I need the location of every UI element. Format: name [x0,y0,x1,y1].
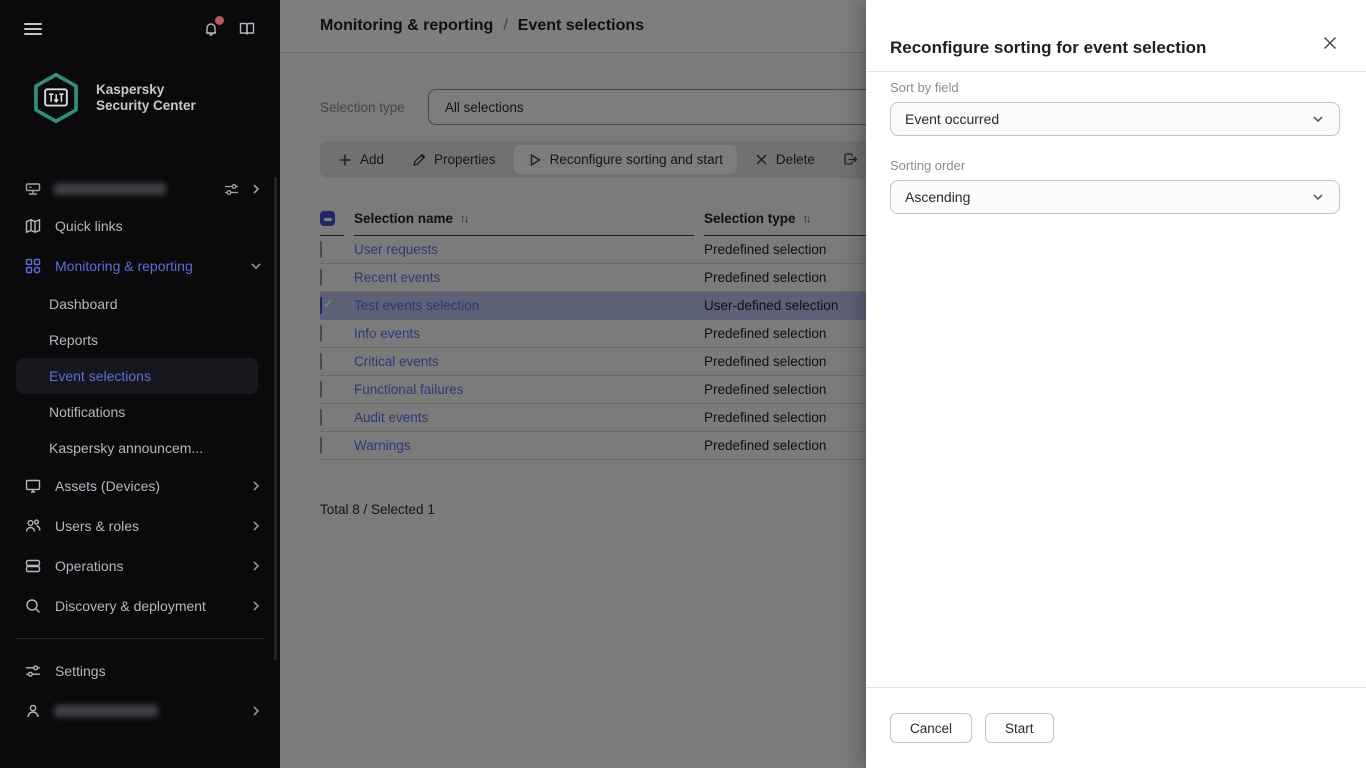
server-name-redacted [54,183,166,195]
start-button[interactable]: Start [985,713,1054,743]
chevron-down-icon [1311,190,1325,204]
dashboard-grid-icon [24,257,42,275]
monitoring-submenu: Dashboard Reports Event selections Notif… [0,286,280,466]
monitor-icon [24,477,42,495]
drawer-footer: Cancel Start [866,687,1366,768]
sidebar-item-operations[interactable]: Operations [0,546,280,586]
sidebar-divider [16,638,264,639]
chevron-down-icon [1311,112,1325,126]
drawer-divider [866,71,1366,72]
sidebar-item-label: Operations [55,558,123,574]
chevron-down-icon [250,260,262,272]
sidebar-item-label: Settings [55,663,106,679]
chevron-right-icon [250,560,262,572]
notifications-bell-icon[interactable] [202,20,220,38]
sidebar-subitem-dashboard[interactable]: Dashboard [16,286,258,322]
username-redacted [54,705,158,717]
sidebar-item-label: Quick links [55,218,123,234]
users-icon [24,517,42,535]
sidebar-item-quick-links[interactable]: Quick links [0,206,280,246]
chevron-right-icon [250,600,262,612]
notification-badge [215,16,224,25]
reconfigure-sorting-drawer: Reconfigure sorting for event selection … [866,0,1366,768]
chevron-right-icon[interactable] [250,183,262,195]
sidebar-item-label: Users & roles [55,518,139,534]
sidebar-subitem-notifications[interactable]: Notifications [16,394,258,430]
kaspersky-hexagon-icon [30,72,82,124]
sorting-order-value: Ascending [905,189,970,205]
sidebar-subitem-reports[interactable]: Reports [16,322,258,358]
server-selector[interactable] [0,172,280,206]
help-book-icon[interactable] [238,20,256,38]
app-title: Kaspersky Security Center [96,82,196,114]
hamburger-menu-icon[interactable] [24,20,42,38]
map-icon [24,217,42,235]
sidebar-item-users-roles[interactable]: Users & roles [0,506,280,546]
server-settings-sliders-icon[interactable] [223,181,240,198]
sidebar: Kaspersky Security Center [0,0,280,768]
sidebar-scrollbar[interactable] [274,177,277,660]
cancel-button[interactable]: Cancel [890,713,972,743]
sort-by-field-select[interactable]: Event occurred [890,102,1340,136]
sidebar-item-label: Discovery & deployment [55,598,206,614]
sorting-order-select[interactable]: Ascending [890,180,1340,214]
chevron-right-icon [250,520,262,532]
server-icon [24,180,42,198]
search-icon [24,597,42,615]
sidebar-item-label: Monitoring & reporting [55,258,193,274]
drawer-title: Reconfigure sorting for event selection [890,38,1340,58]
app-logo: Kaspersky Security Center [0,38,280,124]
sidebar-item-assets[interactable]: Assets (Devices) [0,466,280,506]
sidebar-subitem-kaspersky-announcements[interactable]: Kaspersky announcem... [16,430,258,466]
close-icon[interactable] [1320,33,1340,53]
sidebar-item-user-account[interactable] [0,691,280,731]
modal-dim-overlay[interactable] [280,0,866,768]
sorting-order-label: Sorting order [890,158,1340,173]
sort-by-field-label: Sort by field [890,80,1340,95]
stack-icon [24,557,42,575]
sidebar-item-monitoring-reporting[interactable]: Monitoring & reporting [0,246,280,286]
sidebar-nav: Quick links Monitoring & reporting Dashb… [0,206,280,731]
settings-sliders-icon [24,662,42,680]
sidebar-item-settings[interactable]: Settings [0,651,280,691]
person-icon [24,702,42,720]
chevron-right-icon [250,480,262,492]
sidebar-item-discovery-deployment[interactable]: Discovery & deployment [0,586,280,626]
sidebar-subitem-event-selections[interactable]: Event selections [16,358,258,394]
sidebar-item-label: Assets (Devices) [55,478,160,494]
chevron-right-icon [250,705,262,717]
sort-by-field-value: Event occurred [905,111,999,127]
